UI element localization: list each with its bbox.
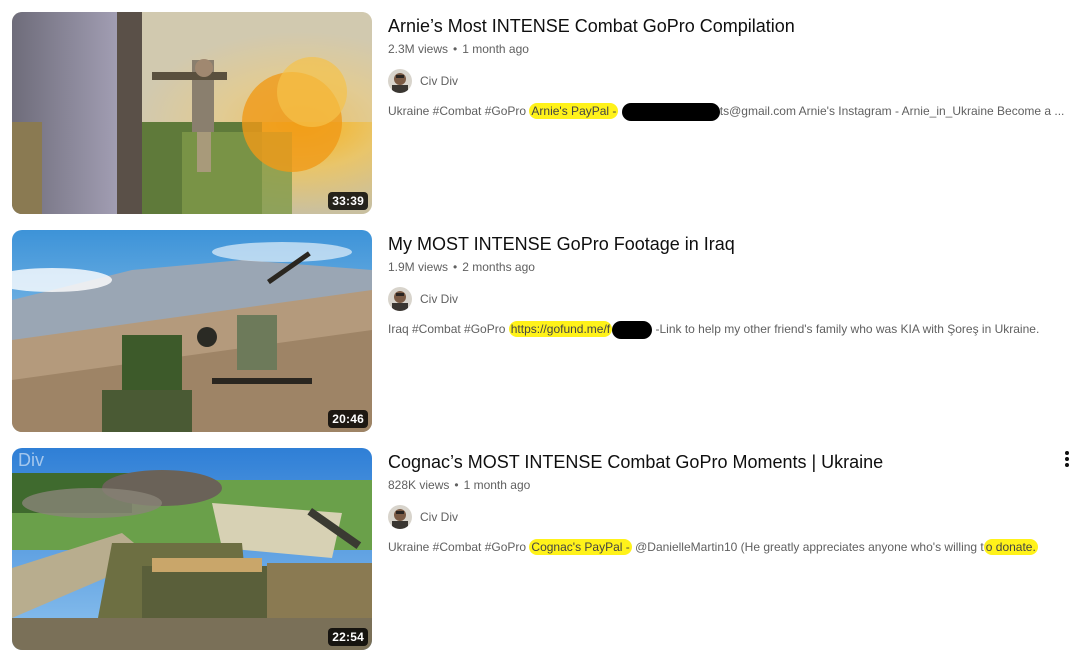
channel-avatar[interactable] — [388, 69, 412, 93]
video-stats: 828K views • 1 month ago — [388, 478, 531, 492]
video-stats: 1.9M views • 2 months ago — [388, 260, 535, 274]
description-text: Iraq #Combat #GoPro — [388, 322, 506, 337]
channel-link[interactable]: Civ Div — [388, 505, 1058, 529]
description-text: Ukraine #Combat #GoPro — [388, 540, 527, 554]
thumbnail-image — [12, 12, 372, 214]
video-meta-3: Cognac’s MOST INTENSE Combat GoPro Momen… — [388, 448, 1058, 555]
video-title[interactable]: Arnie’s Most INTENSE Combat GoPro Compil… — [388, 13, 1058, 39]
description-highlight: Arnie's PayPal - — [529, 103, 619, 120]
video-thumbnail-1[interactable]: 33:39 — [12, 12, 372, 214]
video-meta-2: My MOST INTENSE GoPro Footage in Iraq 1.… — [388, 230, 1058, 339]
description-highlight: https://gofund.me/f — [508, 321, 613, 338]
upload-age: 2 months ago — [462, 260, 535, 274]
description-highlight-2: o donate. — [983, 539, 1038, 555]
search-results: 33:39 Arnie’s Most INTENSE Combat GoPro … — [0, 0, 1073, 660]
video-description: Ukraine #Combat #GoPro Arnie's PayPal - … — [388, 103, 1064, 121]
channel-name[interactable]: Civ Div — [420, 292, 458, 306]
channel-name[interactable]: Civ Div — [420, 510, 458, 524]
description-text-cont: @DanielleMartin10 (He greatly appreciate… — [635, 540, 984, 554]
channel-link[interactable]: Civ Div — [388, 69, 1058, 93]
view-count: 1.9M views — [388, 260, 449, 274]
view-count: 828K views — [388, 478, 450, 492]
video-description: Ukraine #Combat #GoPro Cognac's PayPal -… — [388, 539, 1058, 555]
video-stats: 2.3M views • 1 month ago — [388, 42, 529, 56]
description-highlight: Cognac's PayPal - — [529, 539, 632, 555]
thumbnail-image — [12, 230, 372, 432]
channel-avatar[interactable] — [388, 505, 412, 529]
video-duration: 33:39 — [328, 192, 368, 210]
vertical-ellipsis-icon[interactable] — [1061, 450, 1073, 470]
description-text: Ukraine #Combat #GoPro — [388, 104, 527, 119]
video-duration: 20:46 — [328, 410, 368, 428]
channel-avatar[interactable] — [388, 287, 412, 311]
upload-age: 1 month ago — [463, 478, 531, 492]
redaction-bar — [612, 321, 653, 339]
video-result-3[interactable]: Div 22:54 Cognac’s MOST INTENSE Combat G… — [0, 448, 1073, 650]
view-count: 2.3M views — [388, 42, 449, 56]
redaction-bar — [621, 103, 720, 121]
video-title[interactable]: Cognac’s MOST INTENSE Combat GoPro Momen… — [388, 449, 1058, 475]
video-thumbnail-2[interactable]: 20:46 — [12, 230, 372, 432]
video-result-2[interactable]: 20:46 My MOST INTENSE GoPro Footage in I… — [0, 230, 1073, 432]
channel-name[interactable]: Civ Div — [420, 74, 458, 88]
channel-link[interactable]: Civ Div — [388, 287, 1058, 311]
video-thumbnail-3[interactable]: Div 22:54 — [12, 448, 372, 650]
description-text-cont: -Link to help my other friend's family w… — [655, 322, 1040, 337]
upload-age: 1 month ago — [462, 42, 529, 56]
video-duration: 22:54 — [328, 628, 368, 646]
video-title[interactable]: My MOST INTENSE GoPro Footage in Iraq — [388, 231, 1058, 257]
description-text-cont: ts@gmail.com Arnie's Instagram - Arnie_i… — [719, 104, 1065, 119]
thumbnail-image: Div — [12, 448, 372, 650]
watermark-text: Div — [18, 450, 44, 470]
video-meta-1: Arnie’s Most INTENSE Combat GoPro Compil… — [388, 12, 1064, 121]
video-description: Iraq #Combat #GoPro https://gofund.me/f … — [388, 321, 1058, 339]
video-result-1[interactable]: 33:39 Arnie’s Most INTENSE Combat GoPro … — [0, 12, 1073, 214]
